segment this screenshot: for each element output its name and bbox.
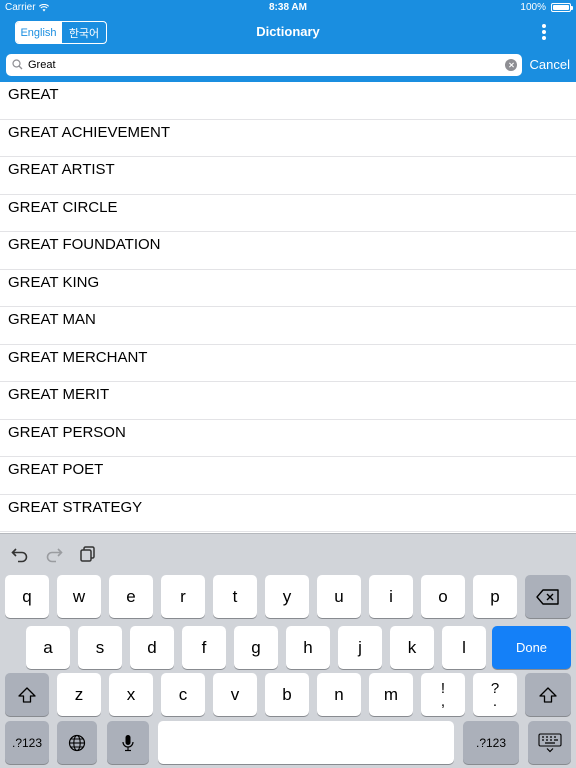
globe-icon	[68, 734, 86, 751]
list-item-label: GREAT MAN	[8, 311, 96, 328]
status-time: 8:38 AM	[269, 2, 307, 13]
status-bar: Carrier 8:38 AM 100%	[0, 0, 576, 16]
clear-text-icon[interactable]	[505, 59, 517, 71]
key-v[interactable]: v	[213, 673, 257, 716]
key-r[interactable]: r	[161, 575, 205, 618]
list-item[interactable]: GREAT ARTIST	[0, 157, 576, 195]
segment-english[interactable]: English	[16, 22, 61, 43]
key-h[interactable]: h	[286, 626, 330, 669]
key-l[interactable]: l	[442, 626, 486, 669]
shift-icon	[539, 686, 557, 703]
navigation-bar: English 한국어 Dictionary	[0, 16, 576, 48]
paste-icon[interactable]	[78, 544, 98, 564]
list-item[interactable]: GREAT KING	[0, 270, 576, 307]
key-n[interactable]: n	[317, 673, 361, 716]
list-item-label: GREAT MERIT	[8, 386, 110, 403]
key-question-period[interactable]: ? .	[473, 673, 517, 716]
backspace-icon	[536, 588, 559, 605]
search-input[interactable]	[28, 56, 498, 74]
redo-icon[interactable]	[44, 544, 64, 564]
list-item-label: GREAT	[8, 86, 59, 103]
list-item-label: GREAT STRATEGY	[8, 498, 143, 516]
key-c[interactable]: c	[161, 673, 205, 716]
list-item[interactable]: GREAT PERSON	[0, 420, 576, 457]
backspace-key[interactable]	[525, 575, 571, 618]
list-item[interactable]: GREAT POET	[0, 457, 576, 495]
key-a[interactable]: a	[26, 626, 70, 669]
language-segmented-control: English 한국어	[15, 21, 107, 44]
done-key[interactable]: Done	[492, 626, 571, 669]
list-item-label: GREAT ACHIEVEMENT	[8, 123, 170, 141]
key-exclamation-comma[interactable]: ! ,	[421, 673, 465, 716]
list-item[interactable]: GREAT MERIT	[0, 382, 576, 420]
key-m[interactable]: m	[369, 673, 413, 716]
search-icon	[12, 59, 23, 70]
list-item-label: GREAT FOUNDATION	[8, 236, 161, 253]
list-item-label: GREAT PERSON	[8, 423, 126, 441]
key-i[interactable]: i	[369, 575, 413, 618]
more-options-icon[interactable]	[534, 22, 554, 42]
key-u[interactable]: u	[317, 575, 361, 618]
list-item-label: GREAT KING	[8, 273, 100, 291]
microphone-icon	[122, 734, 134, 751]
key-bottom-char: .	[492, 692, 498, 710]
list-item[interactable]: GREAT ACHIEVEMENT	[0, 120, 576, 157]
key-b[interactable]: b	[265, 673, 309, 716]
key-z[interactable]: z	[57, 673, 101, 716]
cancel-button[interactable]: Cancel	[530, 57, 570, 72]
onscreen-keyboard: q w e r t y u i o p a s d f g h j k l Do…	[0, 533, 576, 768]
list-item[interactable]: GREAT MERCHANT	[0, 345, 576, 382]
key-y[interactable]: y	[265, 575, 309, 618]
list-item-label: GREAT MERCHANT	[8, 348, 148, 366]
search-bar: Cancel	[0, 48, 576, 82]
key-f[interactable]: f	[182, 626, 226, 669]
list-item[interactable]: GREAT STRATEGY	[0, 495, 576, 532]
keyboard-dismiss-icon	[537, 732, 562, 752]
list-item-label: GREAT ARTIST	[8, 161, 115, 178]
keyboard-shortcut-bar	[0, 534, 576, 570]
key-g[interactable]: g	[234, 626, 278, 669]
list-item[interactable]: GREAT	[0, 82, 576, 120]
undo-icon[interactable]	[10, 544, 30, 564]
list-item-label: GREAT CIRCLE	[8, 198, 118, 216]
list-item[interactable]: GREAT FOUNDATION	[0, 232, 576, 270]
list-item[interactable]: GREAT MAN	[0, 307, 576, 345]
space-key[interactable]	[158, 721, 454, 764]
key-q[interactable]: q	[5, 575, 49, 618]
key-j[interactable]: j	[338, 626, 382, 669]
globe-key[interactable]	[57, 721, 97, 764]
key-o[interactable]: o	[421, 575, 465, 618]
key-x[interactable]: x	[109, 673, 153, 716]
numbers-key-right[interactable]: .?123	[463, 721, 519, 764]
list-item[interactable]: GREAT CIRCLE	[0, 195, 576, 232]
list-item-label: GREAT POET	[8, 461, 104, 478]
key-k[interactable]: k	[390, 626, 434, 669]
shift-key-right[interactable]	[525, 673, 571, 716]
key-d[interactable]: d	[130, 626, 174, 669]
segment-korean[interactable]: 한국어	[61, 22, 106, 43]
key-w[interactable]: w	[57, 575, 101, 618]
key-s[interactable]: s	[78, 626, 122, 669]
numbers-key-left[interactable]: .?123	[5, 721, 49, 764]
key-t[interactable]: t	[213, 575, 257, 618]
dictation-key[interactable]	[107, 721, 149, 764]
battery-percent: 100%	[520, 2, 546, 13]
shift-key-left[interactable]	[5, 673, 49, 716]
search-field	[6, 54, 522, 76]
key-e[interactable]: e	[109, 575, 153, 618]
hide-keyboard-key[interactable]	[528, 721, 571, 764]
shift-icon	[18, 686, 36, 703]
results-list: GREAT GREAT ACHIEVEMENT GREAT ARTIST GRE…	[0, 82, 576, 533]
key-bottom-char: ,	[440, 692, 446, 710]
battery-icon	[551, 3, 573, 12]
key-p[interactable]: p	[473, 575, 517, 618]
